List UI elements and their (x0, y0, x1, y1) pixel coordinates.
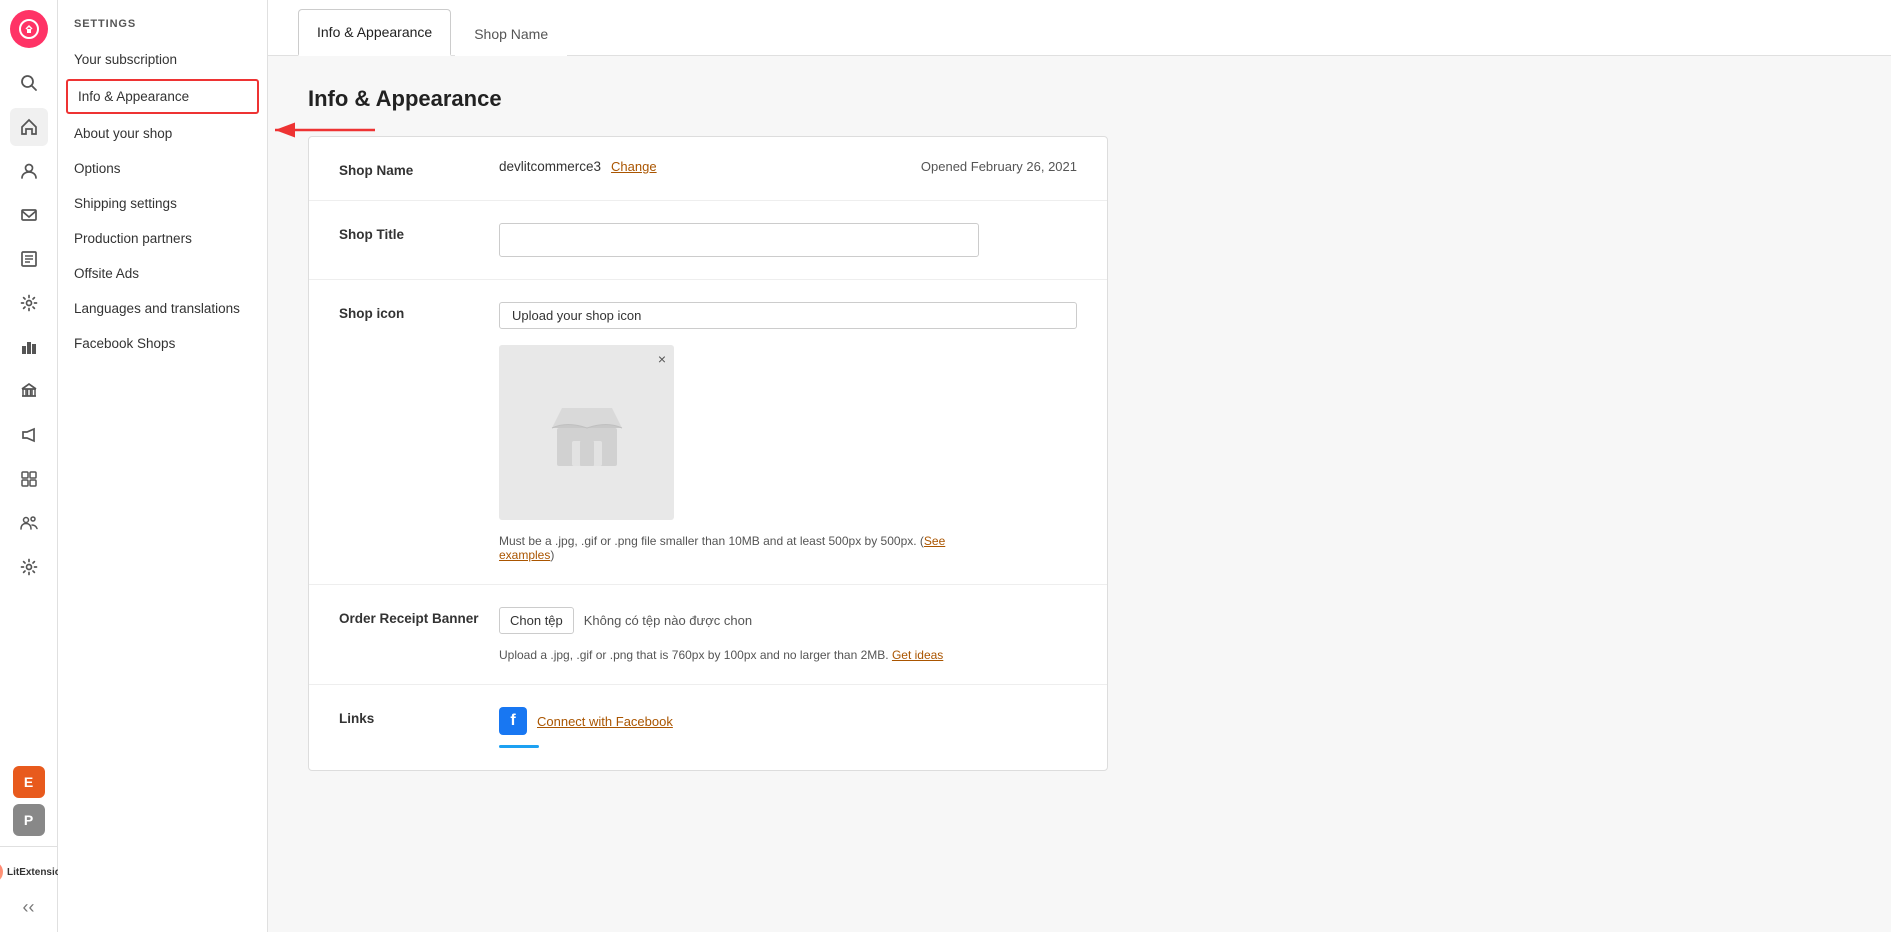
shop-title-content (499, 223, 1077, 257)
settings-card: Shop Name devlitcommerce3 Change Opened … (308, 136, 1108, 771)
sidebar-item-options[interactable]: Options (58, 151, 267, 186)
shop-name-label: Shop Name (339, 159, 499, 178)
no-file-text: Không có tệp nào được chon (584, 613, 752, 628)
connect-facebook-link[interactable]: Connect with Facebook (537, 714, 673, 729)
shop-name-value: devlitcommerce3 (499, 159, 601, 174)
page-title: Info & Appearance (308, 86, 1851, 112)
shop-title-label: Shop Title (339, 223, 499, 242)
shop-placeholder-icon (547, 393, 627, 473)
sidebar-item-info-appearance[interactable]: Info & Appearance (66, 79, 259, 114)
main-area: Info & Appearance Shop Name Info & Appea… (268, 0, 1891, 932)
home-icon[interactable] (10, 108, 48, 146)
receipt-help-text: Upload a .jpg, .gif or .png that is 760p… (499, 648, 979, 662)
order-receipt-content: Chon tệp Không có tệp nào được chon Uplo… (499, 607, 1077, 662)
badge-e[interactable]: E (13, 766, 45, 798)
blue-divider (499, 745, 539, 748)
icon-rail: E P LitExtension ▾ ‹‹ (0, 0, 58, 932)
grid-icon[interactable] (10, 460, 48, 498)
tab-info-appearance[interactable]: Info & Appearance (298, 9, 451, 56)
get-ideas-link[interactable]: Get ideas (892, 648, 943, 662)
sidebar-item-subscription[interactable]: Your subscription (58, 42, 267, 77)
badge-p[interactable]: P (13, 804, 45, 836)
order-receipt-label: Order Receipt Banner (339, 607, 499, 626)
people-icon[interactable] (10, 152, 48, 190)
sidebar-item-languages[interactable]: Languages and translations (58, 291, 267, 326)
collapse-sidebar-icon[interactable]: ‹‹ (19, 893, 39, 922)
shop-name-content: devlitcommerce3 Change Opened February 2… (499, 159, 1077, 174)
sidebar-item-offsite[interactable]: Offsite Ads (58, 256, 267, 291)
links-content: f Connect with Facebook (499, 707, 1077, 748)
opened-date: Opened February 26, 2021 (921, 159, 1077, 174)
sidebar-item-facebook[interactable]: Facebook Shops (58, 326, 267, 361)
megaphone-icon[interactable] (10, 416, 48, 454)
tab-bar: Info & Appearance Shop Name (268, 0, 1891, 56)
bar-chart-icon[interactable] (10, 328, 48, 366)
sidebar-item-production[interactable]: Production partners (58, 221, 267, 256)
shop-title-row: Shop Title (309, 201, 1107, 280)
shop-icon-content: Upload your shop icon × (499, 302, 1077, 562)
links-label: Links (339, 707, 499, 726)
icon-preview: × (499, 345, 674, 520)
team-icon[interactable] (10, 504, 48, 542)
search-icon[interactable] (10, 64, 48, 102)
shop-icon-label: Shop icon (339, 302, 499, 321)
choose-file-button[interactable]: Chon tệp (499, 607, 574, 634)
icon-help-text: Must be a .jpg, .gif or .png file smalle… (499, 534, 979, 562)
close-icon[interactable]: × (658, 351, 666, 367)
shop-name-row: Shop Name devlitcommerce3 Change Opened … (309, 137, 1107, 201)
upload-icon-button[interactable]: Upload your shop icon (499, 302, 1077, 329)
bank-icon[interactable] (10, 372, 48, 410)
content-area: Info & Appearance Shop Name devlitcommer… (268, 56, 1891, 932)
order-receipt-row: Order Receipt Banner Chon tệp Không có t… (309, 585, 1107, 685)
sidebar-item-about[interactable]: About your shop (58, 116, 267, 151)
change-link[interactable]: Change (611, 159, 657, 174)
settings-icon[interactable] (10, 548, 48, 586)
sidebar: SETTINGS Your subscription Info & Appear… (58, 0, 268, 932)
facebook-icon: f (499, 707, 527, 735)
app-logo[interactable] (10, 10, 48, 48)
gear-icon[interactable] (10, 284, 48, 322)
sidebar-item-shipping[interactable]: Shipping settings (58, 186, 267, 221)
settings-header: SETTINGS (58, 0, 267, 42)
list-icon[interactable] (10, 240, 48, 278)
shop-title-input[interactable] (499, 223, 979, 257)
mail-icon[interactable] (10, 196, 48, 234)
tab-shop-name[interactable]: Shop Name (455, 11, 567, 56)
links-row: Links f Connect with Facebook (309, 685, 1107, 770)
shop-icon-row: Shop icon Upload your shop icon × (309, 280, 1107, 585)
